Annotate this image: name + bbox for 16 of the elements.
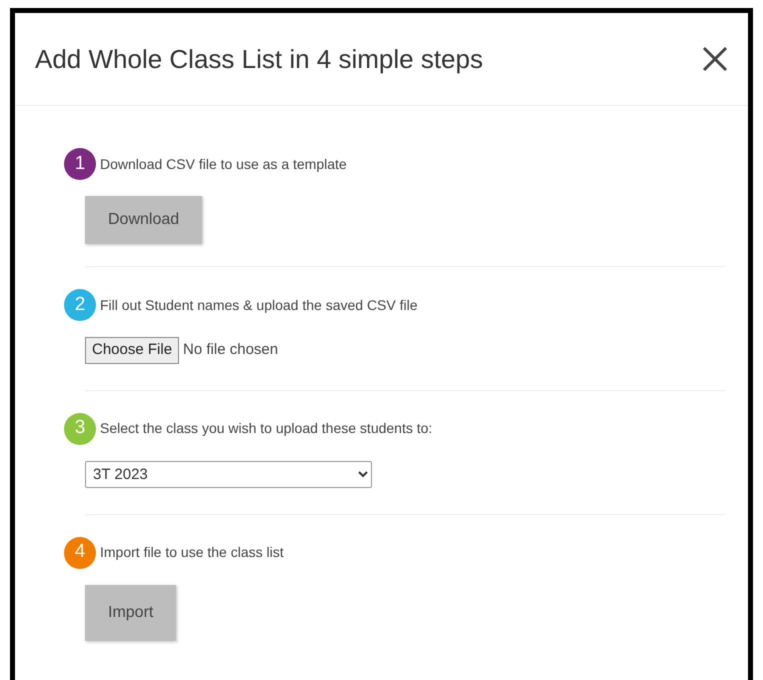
step-label: Fill out Student names & upload the saved CSV file [100,296,418,315]
class-select[interactable]: 3T 2023 [85,460,372,488]
close-icon [702,46,728,72]
step-number: 4 [64,536,96,568]
dialog-title: Add Whole Class List in 4 simple steps [35,42,483,76]
download-button[interactable]: Download [85,196,202,244]
file-status: No file chosen [183,340,278,360]
step-label: Download CSV file to use as a template [100,154,347,174]
step-number: 1 [64,148,96,180]
close-button[interactable] [702,46,728,72]
choose-file-button[interactable]: Choose File [85,337,180,364]
step-label: Import file to use the class list [100,543,284,562]
step-number: 2 [64,289,96,321]
step-label: Select the class you wish to upload these students to: [100,419,432,438]
step-number: 3 [64,412,96,444]
import-button[interactable]: Import [85,584,176,640]
